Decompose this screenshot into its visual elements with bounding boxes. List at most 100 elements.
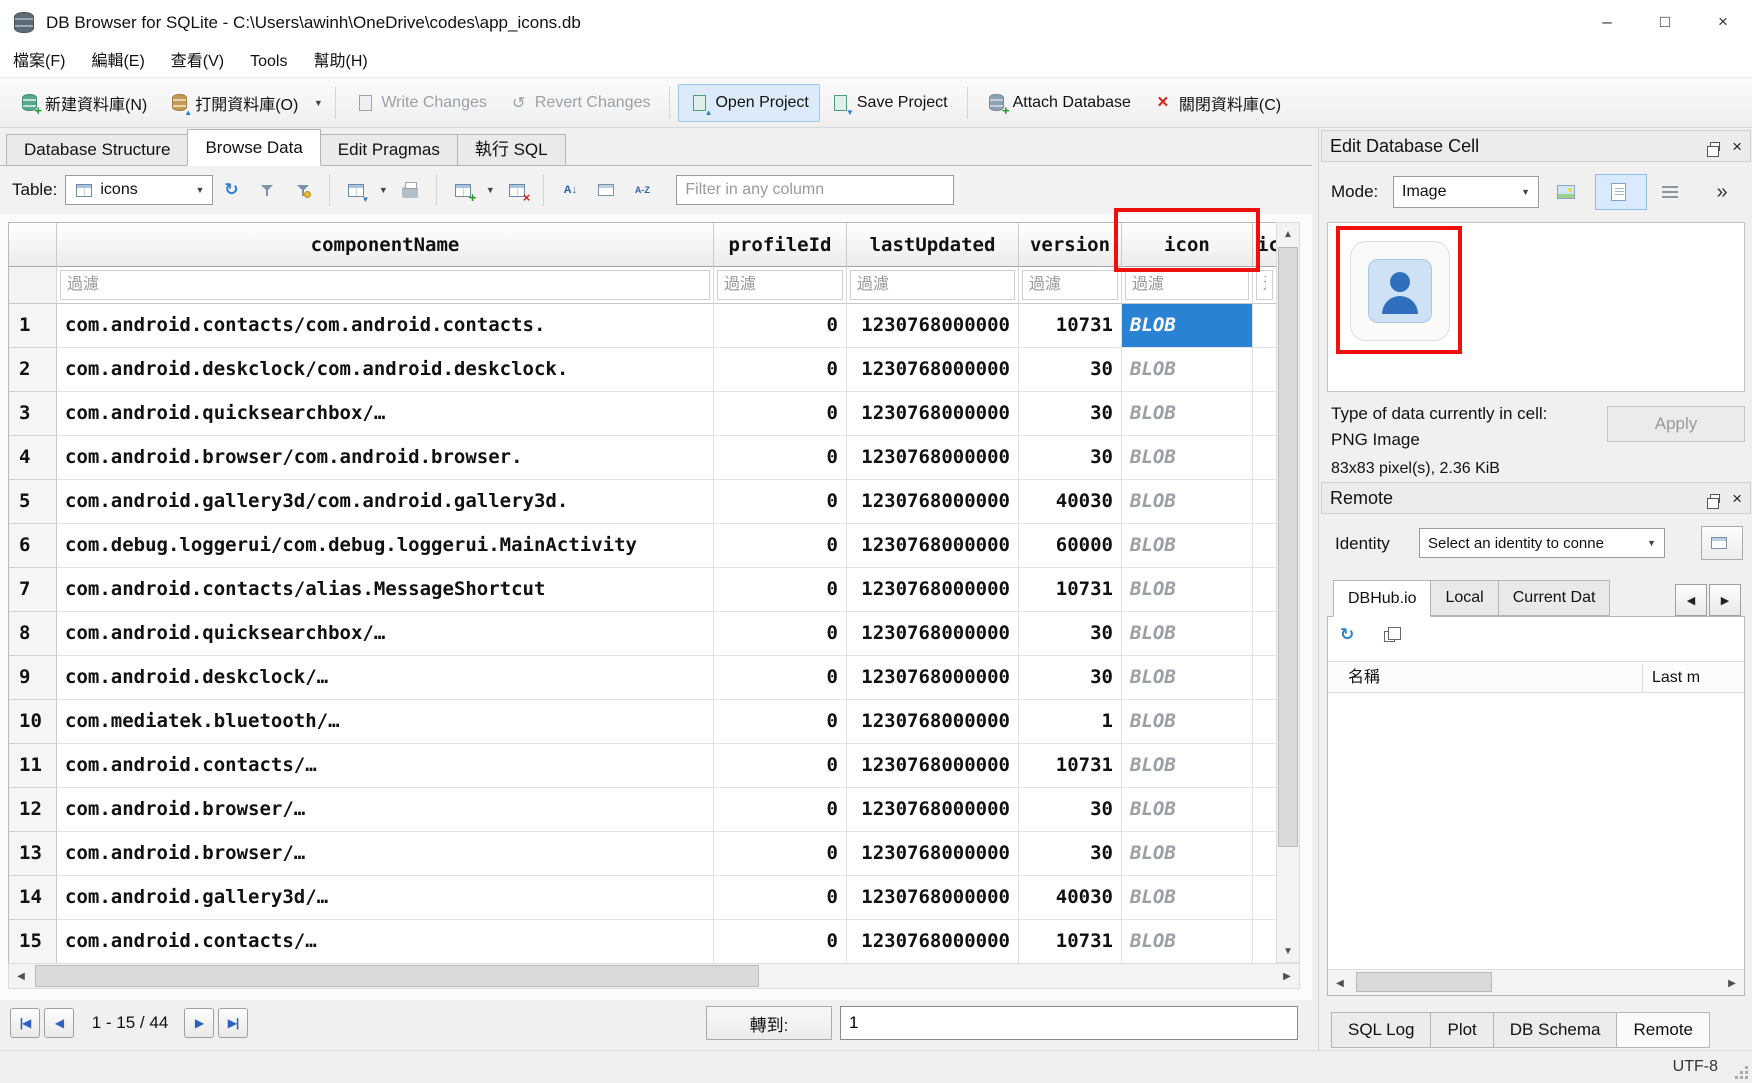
vertical-scrollbar[interactable]: ▲ ▼ <box>1276 222 1300 963</box>
cell-rownum[interactable]: 9 <box>9 656 57 700</box>
cell-icon-blob[interactable]: BLOB <box>1122 744 1253 788</box>
previous-page-button[interactable]: ◀ <box>44 1008 74 1038</box>
cell-rownum[interactable]: 4 <box>9 436 57 480</box>
remote-scroll-thumb[interactable] <box>1356 972 1492 992</box>
cell-clipped[interactable] <box>1253 436 1276 480</box>
cell-icon-blob[interactable]: BLOB <box>1122 436 1253 480</box>
sort-ascending-button[interactable] <box>554 174 586 206</box>
cell-version[interactable]: 10731 <box>1019 304 1122 348</box>
new-record-dropdown[interactable] <box>481 171 499 209</box>
cell-icon-blob[interactable]: BLOB <box>1122 920 1253 964</box>
cell-version[interactable]: 10731 <box>1019 920 1122 964</box>
cell-componentname[interactable]: com.mediatek.bluetooth/… <box>57 700 714 744</box>
remote-tab-local[interactable]: Local <box>1430 580 1498 616</box>
table-row[interactable]: 1 com.android.contacts/com.android.conta… <box>9 304 1276 348</box>
cell-version[interactable]: 30 <box>1019 612 1122 656</box>
table-row[interactable]: 11 com.android.contacts/… 0 123076800000… <box>9 744 1276 788</box>
first-page-button[interactable]: |◀ <box>10 1008 40 1038</box>
dock-tab-db-schema[interactable]: DB Schema <box>1493 1012 1618 1048</box>
global-filter-input[interactable] <box>676 175 954 205</box>
cell-componentname[interactable]: com.android.contacts/… <box>57 744 714 788</box>
cell-componentname[interactable]: com.android.deskclock/com.android.deskcl… <box>57 348 714 392</box>
cell-version[interactable]: 60000 <box>1019 524 1122 568</box>
filter-lastupdated-input[interactable] <box>850 270 1015 300</box>
resize-grip[interactable] <box>1734 1065 1748 1079</box>
table-row[interactable]: 6 com.debug.loggerui/com.debug.loggerui.… <box>9 524 1276 568</box>
word-wrap-button[interactable] <box>1653 176 1693 208</box>
cell-componentname[interactable]: com.android.contacts/com.android.contact… <box>57 304 714 348</box>
identity-select[interactable]: Select an identity to conne <box>1419 528 1665 558</box>
cell-componentname[interactable]: com.android.browser/… <box>57 832 714 876</box>
remote-clone-icon[interactable] <box>1384 631 1395 642</box>
float-panel-icon[interactable] <box>1710 142 1720 151</box>
revert-changes-button[interactable]: Revert Changes <box>498 84 662 122</box>
new-record-button[interactable] <box>447 174 479 206</box>
table-row[interactable]: 7 com.android.contacts/alias.MessageShor… <box>9 568 1276 612</box>
cell-icon-blob[interactable]: BLOB <box>1122 656 1253 700</box>
cell-profileid[interactable]: 0 <box>714 612 847 656</box>
column-header-version[interactable]: version <box>1019 223 1122 267</box>
cell-rownum[interactable]: 5 <box>9 480 57 524</box>
menu-help[interactable]: 幫助(H) <box>300 46 380 77</box>
cell-icon-blob[interactable]: BLOB <box>1122 480 1253 524</box>
remote-refresh-icon[interactable]: ↻ <box>1340 625 1354 645</box>
horizontal-scroll-thumb[interactable] <box>35 965 759 987</box>
cell-profileid[interactable]: 0 <box>714 568 847 612</box>
cell-version[interactable]: 10731 <box>1019 568 1122 612</box>
cell-icon-blob[interactable]: BLOB <box>1122 348 1253 392</box>
menu-view[interactable]: 查看(V) <box>158 46 237 77</box>
apply-button[interactable]: Apply <box>1607 406 1745 442</box>
cell-profileid[interactable]: 0 <box>714 436 847 480</box>
cell-clipped[interactable] <box>1253 524 1276 568</box>
cell-componentname[interactable]: com.android.quicksearchbox/… <box>57 392 714 436</box>
minimize-button[interactable]: – <box>1578 0 1636 44</box>
cell-lastupdated[interactable]: 1230768000000 <box>847 788 1019 832</box>
print-button[interactable] <box>394 174 426 206</box>
close-panel-icon[interactable]: × <box>1732 138 1742 155</box>
cell-clipped[interactable] <box>1253 744 1276 788</box>
cell-version[interactable]: 30 <box>1019 656 1122 700</box>
export-table-dropdown[interactable] <box>374 171 392 209</box>
cell-profileid[interactable]: 0 <box>714 656 847 700</box>
cell-icon-blob[interactable]: BLOB <box>1122 876 1253 920</box>
cell-icon-blob[interactable]: BLOB <box>1122 788 1253 832</box>
remote-horizontal-scrollbar[interactable]: ◀ ▶ <box>1328 969 1744 995</box>
cell-profileid[interactable]: 0 <box>714 920 847 964</box>
scroll-down-button[interactable]: ▼ <box>1277 940 1299 962</box>
menu-file[interactable]: 檔案(F) <box>0 46 78 77</box>
cell-version[interactable]: 30 <box>1019 392 1122 436</box>
cell-profileid[interactable]: 0 <box>714 304 847 348</box>
cell-componentname[interactable]: com.debug.loggerui/com.debug.loggerui.Ma… <box>57 524 714 568</box>
cell-rownum[interactable]: 12 <box>9 788 57 832</box>
remote-tab-current-database[interactable]: Current Dat <box>1498 580 1611 616</box>
scroll-up-button[interactable]: ▲ <box>1277 223 1299 245</box>
dock-tab-plot[interactable]: Plot <box>1430 1012 1493 1048</box>
cell-rownum[interactable]: 1 <box>9 304 57 348</box>
mode-select[interactable]: Image <box>1393 176 1539 208</box>
cell-componentname[interactable]: com.android.browser/… <box>57 788 714 832</box>
menu-tools[interactable]: Tools <box>237 46 300 77</box>
cell-lastupdated[interactable]: 1230768000000 <box>847 700 1019 744</box>
cell-profileid[interactable]: 0 <box>714 524 847 568</box>
cell-rownum[interactable]: 8 <box>9 612 57 656</box>
remote-column-name[interactable]: 名稱 <box>1348 662 1380 694</box>
new-database-button[interactable]: 新建資料庫(N) <box>8 84 158 122</box>
close-button[interactable]: × <box>1694 0 1752 44</box>
cell-profileid[interactable]: 0 <box>714 480 847 524</box>
table-row[interactable]: 8 com.android.quicksearchbox/… 0 1230768… <box>9 612 1276 656</box>
cell-icon-blob[interactable]: BLOB <box>1122 612 1253 656</box>
clear-filters-button[interactable] <box>251 174 283 206</box>
table-row[interactable]: 13 com.android.browser/… 0 1230768000000… <box>9 832 1276 876</box>
cell-rownum[interactable]: 15 <box>9 920 57 964</box>
cell-profileid[interactable]: 0 <box>714 392 847 436</box>
cell-version[interactable]: 40030 <box>1019 480 1122 524</box>
cell-icon-blob[interactable]: BLOB <box>1122 304 1253 348</box>
cell-rownum[interactable]: 3 <box>9 392 57 436</box>
dock-tab-remote[interactable]: Remote <box>1616 1012 1710 1048</box>
cell-version[interactable]: 10731 <box>1019 744 1122 788</box>
cell-version[interactable]: 40030 <box>1019 876 1122 920</box>
scroll-left-button[interactable]: ◀ <box>1329 972 1351 994</box>
filter-version-input[interactable] <box>1022 270 1118 300</box>
goto-button[interactable]: 轉到: <box>706 1006 832 1040</box>
cell-icon-blob[interactable]: BLOB <box>1122 700 1253 744</box>
